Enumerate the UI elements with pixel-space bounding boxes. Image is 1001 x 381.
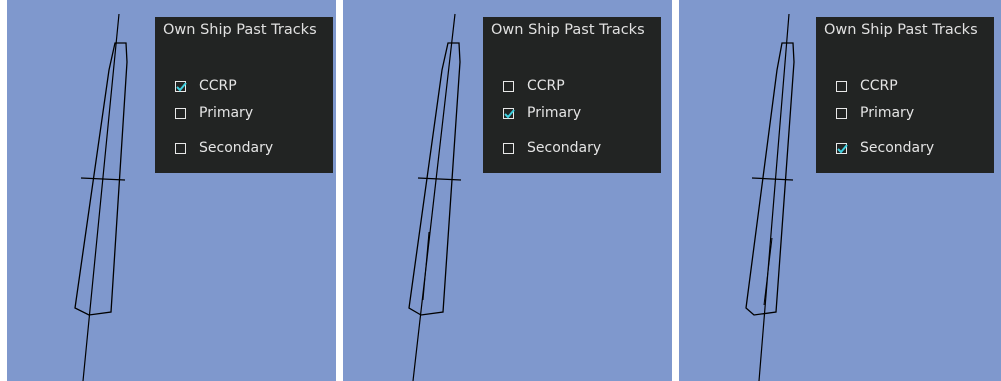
beam-line [751, 177, 794, 181]
checkmark-icon [837, 143, 848, 153]
secondary-label: Secondary [199, 140, 274, 156]
heading-line [412, 13, 456, 381]
option-primary[interactable]: Primary [503, 102, 581, 124]
heading-line [82, 13, 120, 381]
menu-title: Own Ship Past Tracks [824, 22, 978, 38]
past-tracks-menu: Own Ship Past Tracks CCRP Primary Second… [483, 17, 661, 173]
past-tracks-menu: Own Ship Past Tracks CCRP Primary Second… [816, 17, 994, 173]
menu-title: Own Ship Past Tracks [163, 22, 317, 38]
ccrp-checkbox[interactable] [836, 80, 847, 92]
secondary-checkbox[interactable] [836, 142, 848, 154]
secondary-track-line [763, 237, 773, 306]
ccrp-checkbox[interactable] [503, 80, 514, 92]
primary-checkbox[interactable] [503, 107, 515, 119]
primary-label: Primary [860, 105, 915, 121]
chart-panel-secondary: Own Ship Past Tracks CCRP Primary Second… [679, 0, 1001, 381]
ccrp-label: CCRP [860, 78, 898, 94]
primary-checkbox[interactable] [836, 107, 847, 119]
primary-label: Primary [527, 105, 582, 121]
primary-track-line [422, 231, 430, 301]
option-primary[interactable]: Primary [836, 102, 914, 124]
option-secondary[interactable]: Secondary [836, 137, 934, 159]
checkmark-icon [176, 81, 187, 91]
beam-line [417, 177, 462, 181]
secondary-checkbox[interactable] [175, 142, 186, 154]
secondary-label: Secondary [860, 140, 935, 156]
ccrp-label: CCRP [199, 78, 237, 94]
past-tracks-menu: Own Ship Past Tracks CCRP Primary Second… [155, 17, 333, 173]
menu-title: Own Ship Past Tracks [491, 22, 645, 38]
primary-label: Primary [199, 105, 254, 121]
secondary-checkbox[interactable] [503, 142, 514, 154]
option-ccrp[interactable]: CCRP [175, 75, 237, 97]
ccrp-checkbox[interactable] [175, 80, 187, 92]
option-ccrp[interactable]: CCRP [836, 75, 898, 97]
chart-panel-ccrp: Own Ship Past Tracks CCRP Primary Second… [7, 0, 336, 381]
secondary-label: Secondary [527, 140, 602, 156]
option-primary[interactable]: Primary [175, 102, 253, 124]
option-ccrp[interactable]: CCRP [503, 75, 565, 97]
chart-panel-primary: Own Ship Past Tracks CCRP Primary Second… [343, 0, 672, 381]
ccrp-label: CCRP [527, 78, 565, 94]
option-secondary[interactable]: Secondary [503, 137, 601, 159]
option-secondary[interactable]: Secondary [175, 137, 273, 159]
primary-checkbox[interactable] [175, 107, 186, 119]
checkmark-icon [504, 108, 515, 118]
